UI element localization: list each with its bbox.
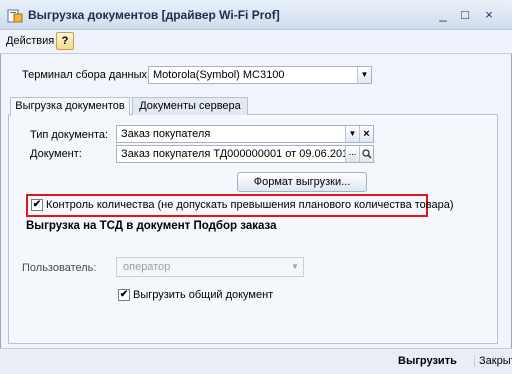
window-title: Выгрузка документов [драйвер Wi-Fi Prof] [28,8,280,22]
doc-type-select[interactable]: Заказ покупателя ▼ × [116,125,374,143]
triangle-down-icon[interactable]: ▼ [345,126,359,142]
select-icon[interactable]: ... [345,146,359,162]
tab-export-documents[interactable]: Выгрузка документов [10,97,130,116]
quantity-control-checkbox[interactable]: ✔ [31,199,43,211]
quantity-control-label: Контроль количества (не допускать превыш… [46,199,454,211]
export-button[interactable]: Выгрузить [398,355,457,367]
triangle-down-icon[interactable]: ▼ [357,67,371,83]
search-icon[interactable] [359,146,373,162]
triangle-down-icon[interactable]: ▼ [287,258,303,276]
document-field[interactable]: Заказ покупателя ТД000000001 от 09.06.20… [116,145,374,163]
export-format-button[interactable]: Формат выгрузки... [237,172,367,192]
minimize-button[interactable]: _ [434,6,452,24]
tab-server-documents[interactable]: Документы сервера [132,97,248,115]
maximize-button[interactable]: □ [456,6,474,24]
actions-menu-label: Действия [6,35,55,47]
user-label: Пользователь: [22,262,97,274]
terminal-select[interactable]: Motorola(Symbol) MC3100 ▼ [148,66,372,84]
document-label: Документ: [30,148,82,160]
close-form-button[interactable]: Закрыть [474,355,512,367]
export-general-label: Выгрузить общий документ [133,289,274,301]
export-general-checkbox[interactable]: ✔ [118,289,130,301]
help-button[interactable]: ? [56,32,74,50]
section-heading: Выгрузка на ТСД в документ Подбор заказа [26,220,277,232]
actions-menu[interactable]: Действия ▾ [6,35,62,47]
doc-type-label: Тип документа: [30,129,109,141]
terminal-label: Терминал сбора данных: [22,69,151,81]
terminal-value: Motorola(Symbol) MC3100 [153,69,285,81]
user-select[interactable]: оператор ▼ [116,257,304,277]
doc-type-value: Заказ покупателя [121,128,211,140]
clear-icon[interactable]: × [359,126,373,142]
user-value: оператор [123,261,171,273]
close-button[interactable]: × [480,6,498,24]
menu-bar [0,30,512,54]
document-export-icon [7,9,23,23]
document-value: Заказ покупателя ТД000000001 от 09.06.20… [121,148,347,160]
